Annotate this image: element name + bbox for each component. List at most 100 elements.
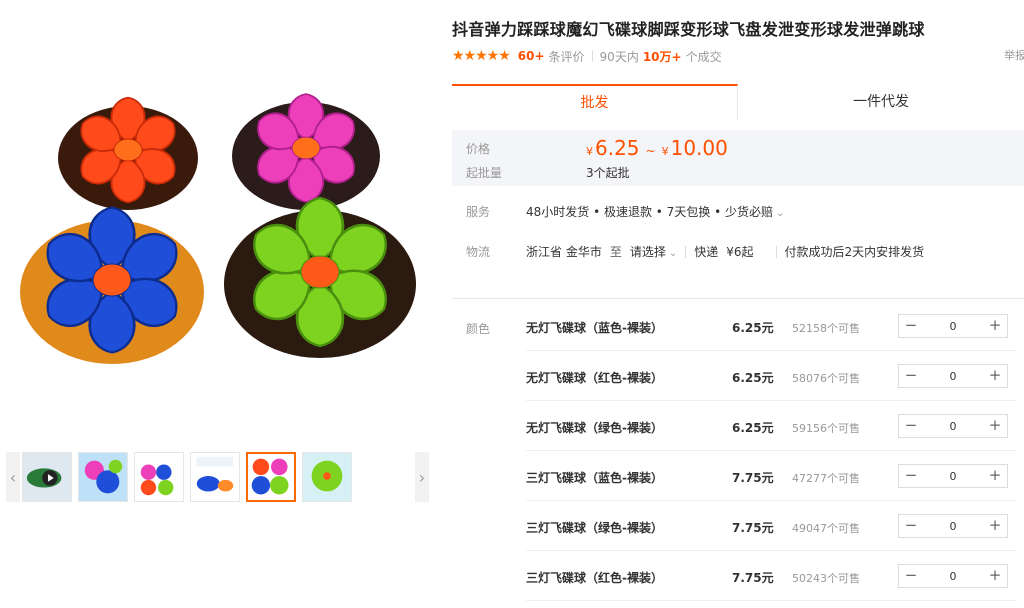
price-high: 10.00 [670, 136, 728, 160]
report-link[interactable]: 举报 [1004, 47, 1024, 63]
separator [685, 245, 687, 258]
decrement-button[interactable]: − [899, 465, 923, 487]
quantity-input[interactable] [923, 315, 983, 337]
product-title: 抖音弹力踩踩球魔幻飞碟球脚踩变形球飞盘发泄变形球发泄弹跳球 [452, 20, 925, 39]
sku-price: 6.25元 [732, 421, 774, 435]
increment-button[interactable]: + [983, 465, 1007, 487]
logistics-row: 物流 浙江省 金华市 至 请选择 ⌄ 快递 ¥6起 付款成功后2天内安排发货 [452, 243, 1024, 263]
tab-dropship[interactable]: 一件代发 [738, 84, 1024, 120]
separator [591, 50, 593, 62]
sold-label: 个成交 [685, 49, 722, 64]
currency-symbol: ¥ [661, 145, 669, 158]
tab-wholesale[interactable]: 批发 [452, 84, 738, 120]
decrement-button[interactable]: − [899, 365, 923, 387]
decrement-button[interactable]: − [899, 515, 923, 537]
main-product-image[interactable] [10, 80, 430, 380]
sku-price: 7.75元 [732, 471, 774, 485]
sku-row: 无灯飞碟球（蓝色-裸装） 6.25元 52158个可售 − + [526, 301, 1016, 351]
thumbnail-image [248, 454, 294, 500]
shipping-method: 快递 [694, 245, 719, 259]
quantity-stepper: − + [898, 364, 1008, 388]
sold-count: 10万+ [642, 49, 682, 64]
price-box: 价格 ¥ 6.25 ~ ¥ 10.00 起批量 3个起批 [452, 130, 1024, 186]
thumbnail-strip: ‹ › [6, 452, 430, 502]
rating-row: ★★★★★ 60+ 条评价 90天内 10万+ 个成交 [452, 47, 722, 65]
thumbnail-image [191, 453, 239, 501]
quantity-input[interactable] [923, 415, 983, 437]
shipping-fee: ¥6起 [726, 245, 754, 259]
sku-price: 6.25元 [732, 321, 774, 335]
color-label: 颜色 [466, 322, 491, 336]
product-page: ‹ › 抖音弹力踩踩球魔幻飞碟球脚踩变形球飞盘发泄变形球发泄弹跳球 ★★★★★ … [0, 0, 1024, 608]
sku-stock: 50243个可售 [792, 572, 860, 585]
chevron-down-icon: ⌄ [668, 248, 678, 259]
quantity-input[interactable] [923, 365, 983, 387]
star-rating-icon: ★★★★★ [452, 48, 511, 64]
increment-button[interactable]: + [983, 415, 1007, 437]
service-text[interactable]: 48小时发货 • 极速退款 • 7天包换 • 少货必赔 ⌄ [526, 203, 784, 220]
quantity-stepper: − + [898, 564, 1008, 588]
thumbnail-image [303, 453, 351, 501]
increment-button[interactable]: + [983, 565, 1007, 587]
sku-name: 无灯飞碟球（蓝色-裸装） [526, 321, 663, 335]
sku-price: 7.75元 [732, 571, 774, 585]
destination-select[interactable]: 请选择 ⌄ [630, 243, 677, 260]
chevron-down-icon: ⌄ [776, 208, 785, 219]
price-tilde: ~ [645, 144, 656, 158]
origin-location: 浙江省 金华市 [526, 245, 602, 259]
price-range: ¥ 6.25 ~ ¥ 10.00 [586, 136, 728, 160]
thumbnail-3[interactable] [134, 452, 184, 502]
thumbnail-image [79, 453, 127, 501]
thumbnail-6[interactable] [302, 452, 352, 502]
quantity-stepper: − + [898, 314, 1008, 338]
quantity-stepper: − + [898, 414, 1008, 438]
thumbnail-2[interactable] [78, 452, 128, 502]
sku-row: 三灯飞碟球（蓝色-裸装） 7.75元 47277个可售 − + [526, 451, 1016, 501]
thumb-next-button[interactable]: › [415, 452, 429, 502]
price-label: 价格 [466, 142, 491, 156]
sku-stock: 47277个可售 [792, 472, 860, 485]
quantity-input[interactable] [923, 515, 983, 537]
increment-button[interactable]: + [983, 365, 1007, 387]
separator [775, 245, 777, 258]
chevron-left-icon: ‹ [9, 467, 17, 487]
sku-name: 无灯飞碟球（红色-裸装） [526, 371, 663, 385]
thumbnail-image [135, 453, 183, 501]
sku-name: 三灯飞碟球（绿色-裸装） [526, 521, 663, 535]
sku-row: 三灯飞碟球（绿色-裸装） 7.75元 49047个可售 − + [526, 501, 1016, 551]
ship-note: 付款成功后2天内安排发货 [784, 245, 925, 259]
logistics-info: 浙江省 金华市 至 请选择 ⌄ 快递 ¥6起 付款成功后2天内安排发货 [526, 243, 924, 260]
to-label: 至 [609, 245, 622, 259]
thumbnail-4[interactable] [190, 452, 240, 502]
sku-row: 无灯飞碟球（红色-裸装） 6.25元 58076个可售 − + [526, 351, 1016, 401]
sku-stock: 49047个可售 [792, 522, 860, 535]
quantity-input[interactable] [923, 465, 983, 487]
logistics-label: 物流 [466, 245, 491, 259]
thumbnail-5[interactable] [246, 452, 296, 502]
sku-price: 7.75元 [732, 521, 774, 535]
quantity-stepper: − + [898, 464, 1008, 488]
sku-stock: 52158个可售 [792, 322, 860, 335]
thumbnail-1[interactable] [22, 452, 72, 502]
thumb-prev-button[interactable]: ‹ [6, 452, 20, 502]
review-count[interactable]: 60+ [518, 49, 545, 63]
decrement-button[interactable]: − [899, 415, 923, 437]
sku-stock: 58076个可售 [792, 372, 860, 385]
quantity-input[interactable] [923, 565, 983, 587]
increment-button[interactable]: + [983, 315, 1007, 337]
moq-label: 起批量 [466, 166, 503, 180]
decrement-button[interactable]: − [899, 315, 923, 337]
sku-price: 6.25元 [732, 371, 774, 385]
sku-name: 三灯飞碟球（红色-裸装） [526, 571, 663, 585]
review-label[interactable]: 条评价 [549, 48, 585, 65]
chevron-right-icon: › [418, 467, 426, 487]
video-thumbnail-image [23, 453, 71, 501]
sku-row: 三灯飞碟球（红色-裸装） 7.75元 50243个可售 − + [526, 551, 1016, 601]
decrement-button[interactable]: − [899, 565, 923, 587]
days-label: 90天内 [599, 49, 639, 64]
increment-button[interactable]: + [983, 515, 1007, 537]
moq-value: 3个起批 [586, 166, 630, 180]
price-low: 6.25 [595, 136, 640, 160]
quantity-stepper: − + [898, 514, 1008, 538]
purchase-mode-tabs: 批发 一件代发 [452, 84, 1024, 120]
